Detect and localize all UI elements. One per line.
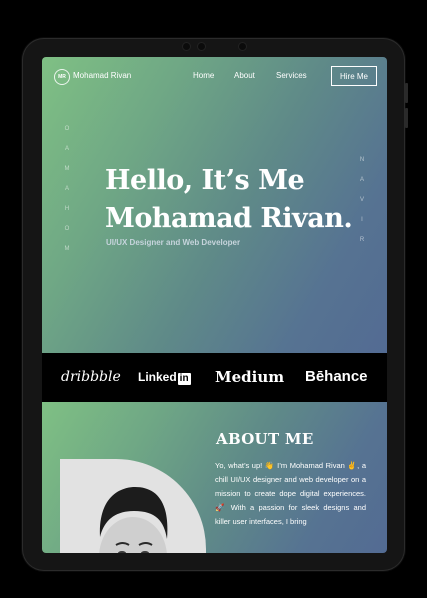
linkedin-logo[interactable]: Linked in [138,370,191,385]
vertical-letter: V [359,197,364,203]
hero-heading-line: Hello, It’s Me [105,165,305,196]
tablet-volume-button [405,83,408,103]
hire-me-button[interactable]: Hire Me [331,66,377,86]
tablet-camera [183,43,190,50]
vertical-letter: M [64,166,70,172]
about-paragraph: Yo, what’s up! 👋 I’m Mohamad Rivan ✌️, a… [215,461,366,526]
nav-link-services[interactable]: Services [276,71,307,80]
hero-section: MR Mohamad Rivan Home About Services Hir… [42,57,387,353]
nav-link-about[interactable]: About [234,71,255,80]
vertical-letter: I [361,217,363,223]
hero-heading: Hello, It’s Me Mohamad Rivan. [105,162,353,238]
vertical-name-left: O A M A H O M [62,119,72,259]
hero-heading-line: Mohamad Rivan. [105,203,353,234]
linkedin-in-icon: in [177,373,191,385]
profile-photo-portrait [99,487,168,553]
medium-logo[interactable]: Medium [215,368,284,386]
brand-logo-icon[interactable]: MR [54,69,70,85]
vertical-name-right: N A V I R [357,150,367,250]
tablet-camera [198,43,205,50]
vertical-letter: N [359,157,365,163]
brand-name[interactable]: Mohamad Rivan [73,71,131,80]
vertical-letter: R [359,237,365,243]
profile-photo [60,459,206,553]
dribbble-logo[interactable]: dribbble [61,369,121,385]
tablet-screen: MR Mohamad Rivan Home About Services Hir… [42,57,387,553]
vertical-letter: O [64,126,70,132]
about-section: ABOUT ME Yo, what’s up! 👋 I’m Mohamad Ri… [42,402,387,553]
tablet-camera [239,43,246,50]
vertical-letter: M [64,246,70,252]
about-heading: ABOUT ME [216,430,314,448]
partner-logos-bar: dribbble Linked in Medium Bēhance [42,353,387,402]
vertical-letter: A [64,186,69,192]
behance-logo[interactable]: Bēhance [305,368,368,385]
nav-link-home[interactable]: Home [193,71,214,80]
vertical-letter: O [64,226,70,232]
hero-subtitle: UI/UX Designer and Web Developer [106,238,241,247]
vertical-letter: A [64,146,69,152]
tablet-volume-button [405,108,408,128]
linkedin-logo-text: Linked [138,370,177,384]
vertical-letter: H [64,206,70,212]
vertical-letter: A [359,177,364,183]
